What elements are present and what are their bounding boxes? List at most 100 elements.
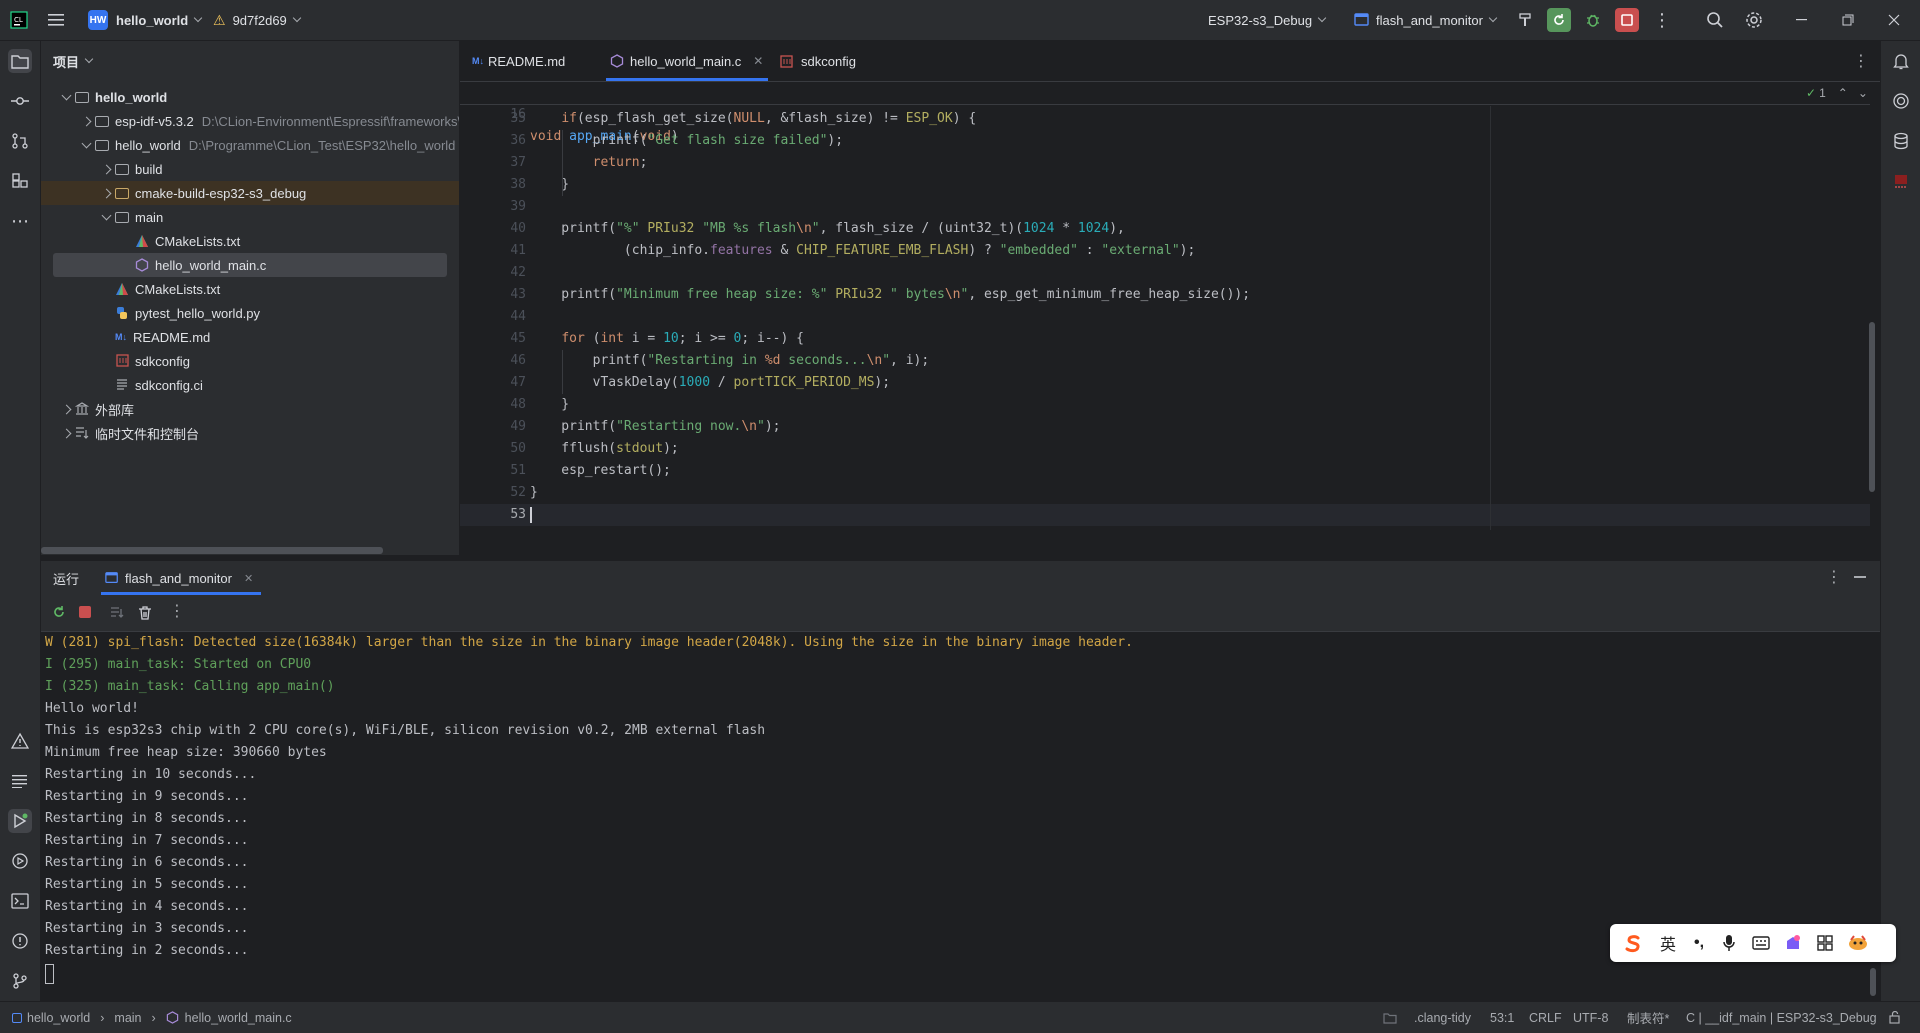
- terminal-icon[interactable]: [8, 889, 32, 913]
- run-tool-window-icon[interactable]: [8, 809, 32, 833]
- ime-microphone-icon[interactable]: [1716, 924, 1742, 962]
- tree-item[interactable]: build: [41, 157, 459, 181]
- vcs-widget[interactable]: ⚠ 9d7f2d69: [213, 0, 302, 40]
- tree-item[interactable]: CMakeLists.txt: [41, 229, 459, 253]
- tree-item[interactable]: main: [41, 205, 459, 229]
- ime-keyboard-icon[interactable]: [1748, 924, 1774, 962]
- chevron-down-icon[interactable]: [101, 210, 111, 220]
- clion-logo-icon[interactable]: CL: [10, 0, 28, 40]
- problems-warning-icon[interactable]: [8, 729, 32, 753]
- minimize-window-icon[interactable]: [1790, 8, 1814, 32]
- close-tab-icon[interactable]: ✕: [753, 54, 763, 68]
- folder-icon[interactable]: [1383, 1002, 1397, 1033]
- tree-item[interactable]: 临时文件和控制台: [41, 421, 459, 445]
- database-icon[interactable]: [1889, 129, 1913, 153]
- file-encoding[interactable]: UTF-8: [1573, 1002, 1608, 1033]
- tree-item[interactable]: cmake-build-esp32-s3_debug: [41, 181, 459, 205]
- tab-readme[interactable]: M↓ README.md: [472, 41, 565, 81]
- code-line[interactable]: 40 printf("%" PRIu32 "MB %s flash\n", fl…: [460, 218, 1870, 240]
- tree-item[interactable]: esp-idf-v5.3.2 D:\CLion-Environment\Espre…: [41, 109, 459, 133]
- tree-item[interactable]: 外部库: [41, 397, 459, 421]
- run-tab-flash-and-monitor[interactable]: flash_and_monitor ✕: [105, 561, 253, 595]
- code-line[interactable]: 51 esp_restart();: [460, 460, 1870, 482]
- rerun-icon[interactable]: [51, 604, 67, 623]
- tree-item[interactable]: hello_world: [41, 85, 459, 109]
- code-line[interactable]: 44: [460, 306, 1870, 328]
- code-line[interactable]: 36 printf("Get flash size failed");: [460, 130, 1870, 152]
- next-highlight-icon[interactable]: ⌄: [1858, 86, 1868, 100]
- tree-item[interactable]: CMakeLists.txt: [41, 277, 459, 301]
- stop-button[interactable]: [1615, 8, 1639, 32]
- ai-assistant-icon[interactable]: [1889, 89, 1913, 113]
- structure-icon[interactable]: [8, 169, 32, 193]
- indent-setting[interactable]: 制表符*: [1627, 1002, 1669, 1033]
- code-line[interactable]: 42: [460, 262, 1870, 284]
- run-config-selector[interactable]: flash_and_monitor: [1354, 0, 1498, 40]
- console-input-cursor[interactable]: [45, 964, 54, 984]
- code-line[interactable]: 41 (chip_info.features & CHIP_FEATURE_EM…: [460, 240, 1870, 262]
- tree-item[interactable]: pytest_hello_world.py: [41, 301, 459, 325]
- code-line[interactable]: 48 }: [460, 394, 1870, 416]
- build-hammer-icon[interactable]: [1513, 8, 1537, 32]
- code-line[interactable]: 37 return;: [460, 152, 1870, 174]
- inspection-widget[interactable]: ✓ 1 ⌃ ⌄: [1806, 86, 1868, 100]
- cursor-position[interactable]: 53:1: [1490, 1002, 1514, 1033]
- tree-item[interactable]: M↓ README.md: [41, 325, 459, 349]
- chevron-down-icon[interactable]: [81, 138, 91, 148]
- editor-vertical-scrollbar[interactable]: [1869, 322, 1875, 492]
- code-line[interactable]: 49 printf("Restarting now.\n");: [460, 416, 1870, 438]
- project-switcher[interactable]: HW hello_world: [88, 0, 203, 40]
- more-tool-windows-icon[interactable]: ⋯: [8, 209, 32, 233]
- run-config-profile[interactable]: ESP32-s3_Debug: [1208, 0, 1327, 40]
- console-scrollbar[interactable]: [1870, 968, 1876, 996]
- horizontal-scrollbar[interactable]: [41, 547, 383, 554]
- tree-item[interactable]: hello_world D:\Programme\CLion_Test\ESP32…: [41, 133, 459, 157]
- code-line[interactable]: 38 }: [460, 174, 1870, 196]
- hide-panel-icon[interactable]: [1854, 576, 1866, 578]
- chevron-right-icon[interactable]: [61, 428, 71, 438]
- code-line[interactable]: 53: [460, 504, 1870, 526]
- code-line[interactable]: 39: [460, 196, 1870, 218]
- clear-console-trash-icon[interactable]: [137, 605, 153, 624]
- chevron-right-icon[interactable]: [61, 404, 71, 414]
- code-line[interactable]: 45 for (int i = 10; i >= 0; i--) {: [460, 328, 1870, 350]
- sticky-line[interactable]: 16 void app_main(void): [460, 82, 1870, 144]
- previous-highlight-icon[interactable]: ⌃: [1838, 86, 1848, 100]
- code-line[interactable]: 47 vTaskDelay(1000 / portTICK_PERIOD_MS)…: [460, 372, 1870, 394]
- ime-skin-icon[interactable]: [1780, 924, 1806, 962]
- restore-window-icon[interactable]: [1836, 8, 1860, 32]
- run-console[interactable]: W (281) spi_flash: Detected size(16384k)…: [41, 632, 1880, 1000]
- project-panel-title[interactable]: 项目: [53, 41, 94, 81]
- run-panel-options-icon[interactable]: ⋮: [1826, 567, 1842, 587]
- chevron-right-icon[interactable]: [81, 116, 91, 126]
- debug-bug-icon[interactable]: [1581, 8, 1605, 32]
- pull-requests-icon[interactable]: [8, 129, 32, 153]
- chevron-right-icon[interactable]: [101, 164, 111, 174]
- tree-item[interactable]: sdkconfig: [41, 349, 459, 373]
- stop-run-icon[interactable]: [79, 606, 91, 618]
- notifications-bell-icon[interactable]: [1889, 49, 1913, 73]
- code-line[interactable]: 52}: [460, 482, 1870, 504]
- more-actions-icon[interactable]: ⋮: [1650, 8, 1674, 32]
- settings-gear-icon[interactable]: [1742, 8, 1766, 32]
- problems-icon[interactable]: [8, 929, 32, 953]
- close-window-icon[interactable]: [1882, 8, 1906, 32]
- tree-item[interactable]: hello_world_main.c: [53, 253, 447, 277]
- tree-item[interactable]: sdkconfig.ci: [41, 373, 459, 397]
- breadcrumb-file[interactable]: hello_world_main.c: [185, 1011, 292, 1025]
- code-line[interactable]: 43 printf("Minimum free heap size: %" PR…: [460, 284, 1870, 306]
- project-folder-icon[interactable]: [8, 49, 32, 73]
- code-editor[interactable]: 16 void app_main(void) ✓ 1 ⌃ ⌄ 35 if(esp…: [460, 82, 1880, 530]
- close-run-tab-icon[interactable]: ✕: [244, 572, 253, 585]
- tab-hello-world-main[interactable]: hello_world_main.c ✕: [610, 41, 763, 81]
- read-only-lock-icon[interactable]: [1889, 1002, 1902, 1033]
- chevron-right-icon[interactable]: [101, 188, 111, 198]
- messages-list-icon[interactable]: [8, 769, 32, 793]
- rerun-button[interactable]: [1547, 8, 1571, 32]
- code-line[interactable]: 50 fflush(stdout);: [460, 438, 1870, 460]
- tab-sdkconfig[interactable]: sdkconfig: [780, 41, 856, 81]
- breadcrumb-folder[interactable]: main: [114, 1011, 141, 1025]
- code-line[interactable]: 35 if(esp_flash_get_size(NULL, &flash_si…: [460, 108, 1870, 130]
- line-ending[interactable]: CRLF: [1529, 1002, 1562, 1033]
- chevron-down-icon[interactable]: [61, 90, 71, 100]
